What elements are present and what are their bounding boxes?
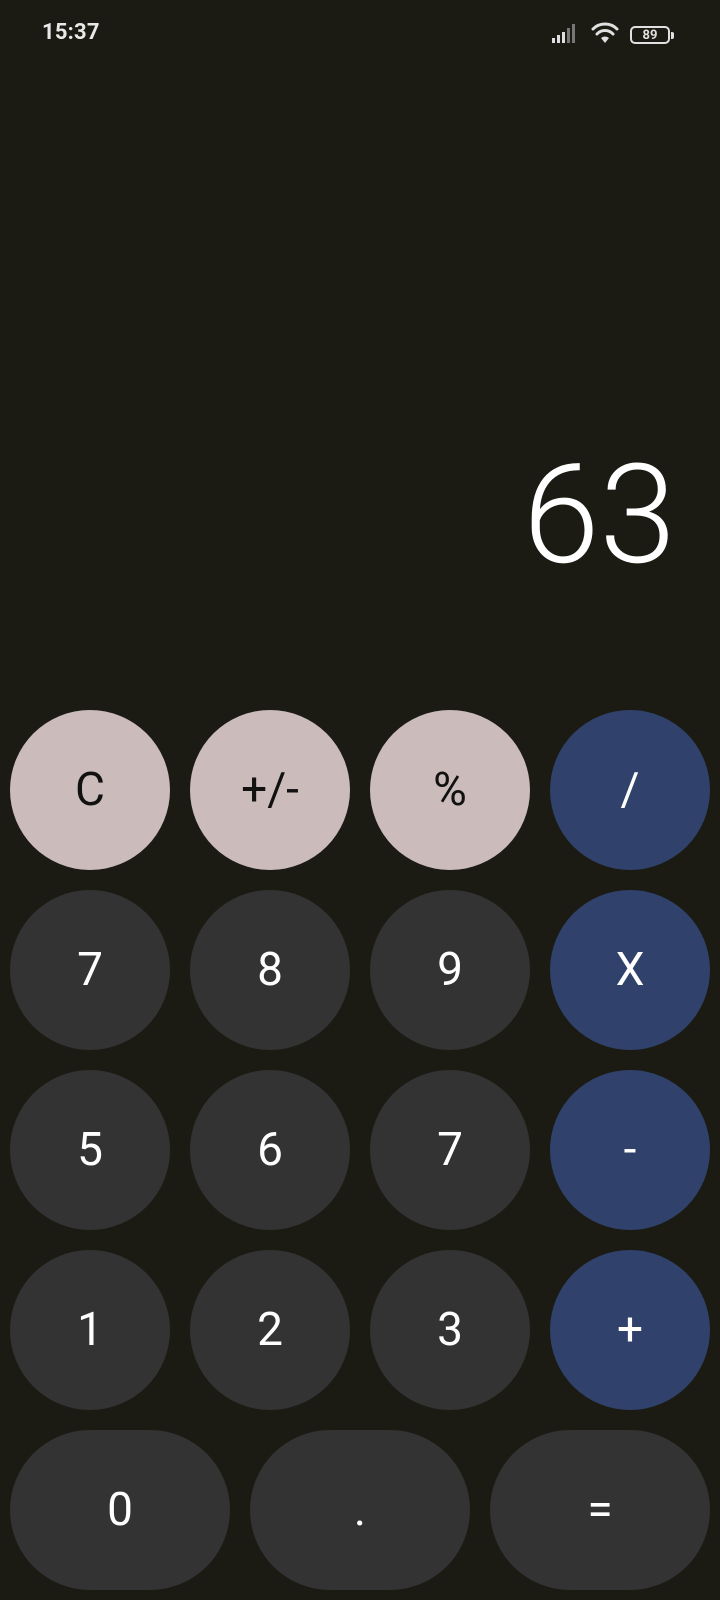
signal-icon	[552, 22, 580, 48]
clear-button[interactable]: C	[10, 710, 170, 870]
digit-6-button[interactable]: 6	[190, 1070, 350, 1230]
digit-7-button[interactable]: 7	[10, 890, 170, 1050]
digit-0-button[interactable]: 0	[10, 1430, 230, 1590]
status-time: 15:37	[42, 20, 100, 45]
multiply-button[interactable]: X	[550, 890, 710, 1050]
digit-3-button[interactable]: 3	[370, 1250, 530, 1410]
digit-2-button[interactable]: 2	[190, 1250, 350, 1410]
plus-button[interactable]: +	[550, 1250, 710, 1410]
digit-1-button[interactable]: 1	[10, 1250, 170, 1410]
battery-level: 89	[642, 27, 658, 43]
equals-button[interactable]: =	[490, 1430, 710, 1590]
status-bar: 15:37 89	[0, 0, 720, 70]
minus-button[interactable]: -	[550, 1070, 710, 1230]
battery-icon: 89	[630, 26, 674, 44]
sign-toggle-button[interactable]: +/-	[190, 710, 350, 870]
status-icons: 89	[552, 21, 674, 49]
result-display: 63	[522, 434, 676, 596]
percent-button[interactable]: %	[370, 710, 530, 870]
digit-8-button[interactable]: 8	[190, 890, 350, 1050]
digit-9-button[interactable]: 9	[370, 890, 530, 1050]
digit-5-button[interactable]: 5	[10, 1070, 170, 1230]
digit-7-button-second[interactable]: 7	[370, 1070, 530, 1230]
decimal-button[interactable]: .	[250, 1430, 470, 1590]
wifi-icon	[590, 21, 620, 49]
divide-button[interactable]: /	[550, 710, 710, 870]
